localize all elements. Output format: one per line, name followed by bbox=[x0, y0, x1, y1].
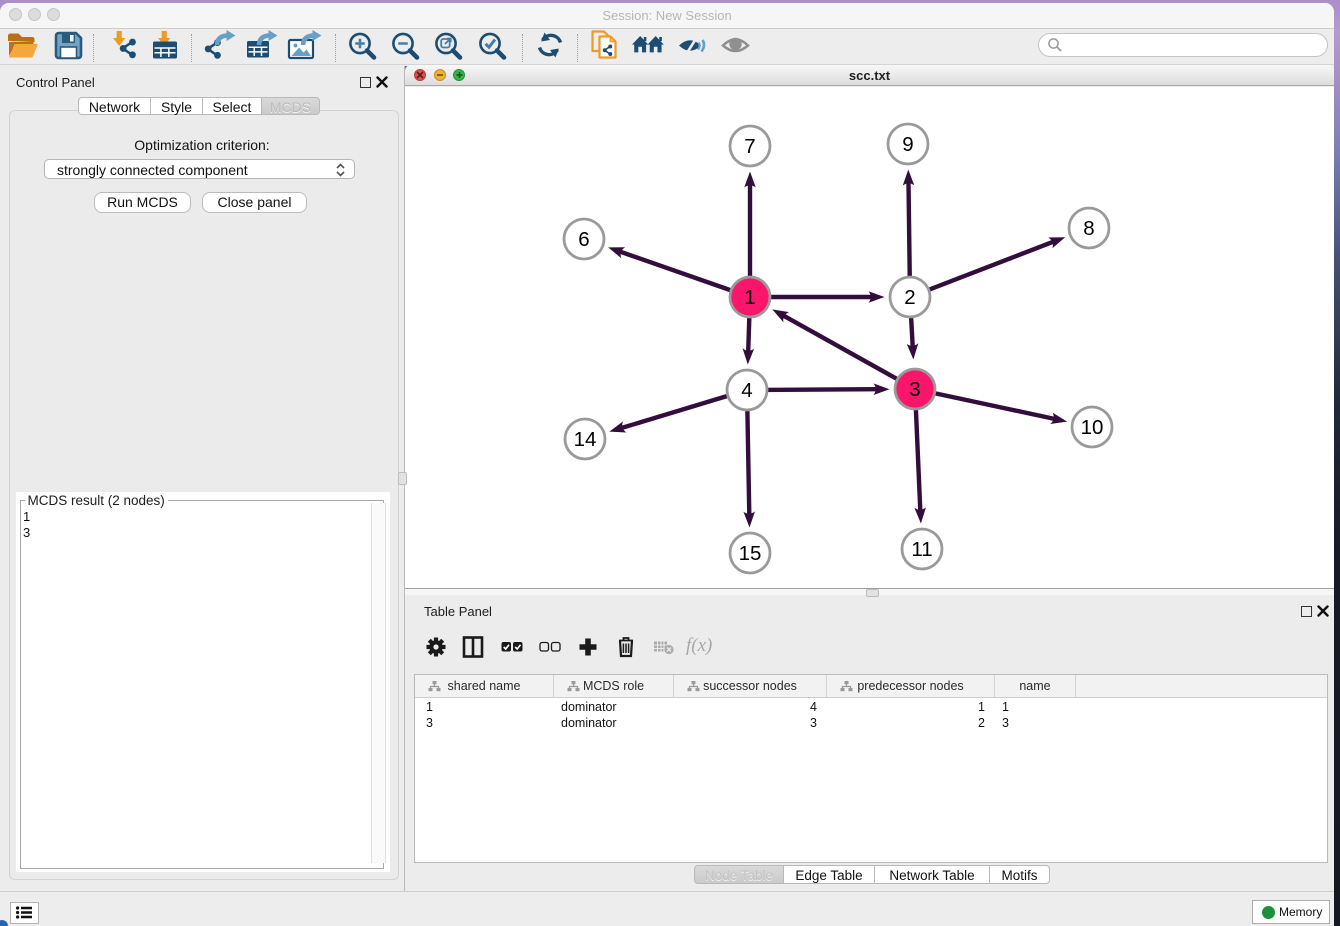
svg-text:10: 10 bbox=[1081, 416, 1104, 439]
svg-text:6: 6 bbox=[578, 228, 589, 251]
svg-text:15: 15 bbox=[739, 542, 762, 565]
svg-text:4: 4 bbox=[741, 379, 752, 402]
svg-text:2: 2 bbox=[904, 286, 915, 309]
svg-text:7: 7 bbox=[744, 135, 755, 158]
svg-text:11: 11 bbox=[911, 538, 932, 561]
svg-text:3: 3 bbox=[909, 378, 920, 401]
svg-text:9: 9 bbox=[902, 133, 913, 156]
svg-text:1: 1 bbox=[744, 286, 755, 309]
svg-text:14: 14 bbox=[574, 428, 597, 451]
svg-text:8: 8 bbox=[1083, 217, 1094, 240]
